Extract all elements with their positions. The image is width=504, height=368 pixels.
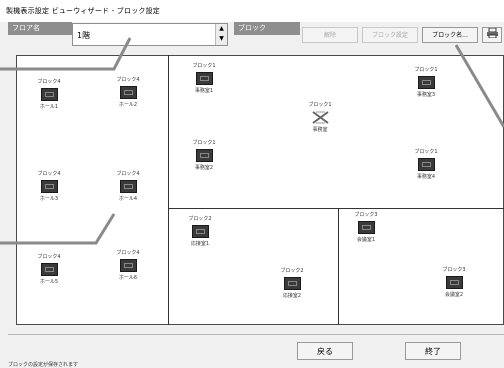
callout-lines <box>0 37 504 245</box>
back-button[interactable]: 戻る <box>297 342 353 360</box>
footer-separator <box>8 334 504 335</box>
finish-button[interactable]: 終了 <box>405 342 461 360</box>
status-text: ブロックの設定が保存されます <box>8 362 79 368</box>
